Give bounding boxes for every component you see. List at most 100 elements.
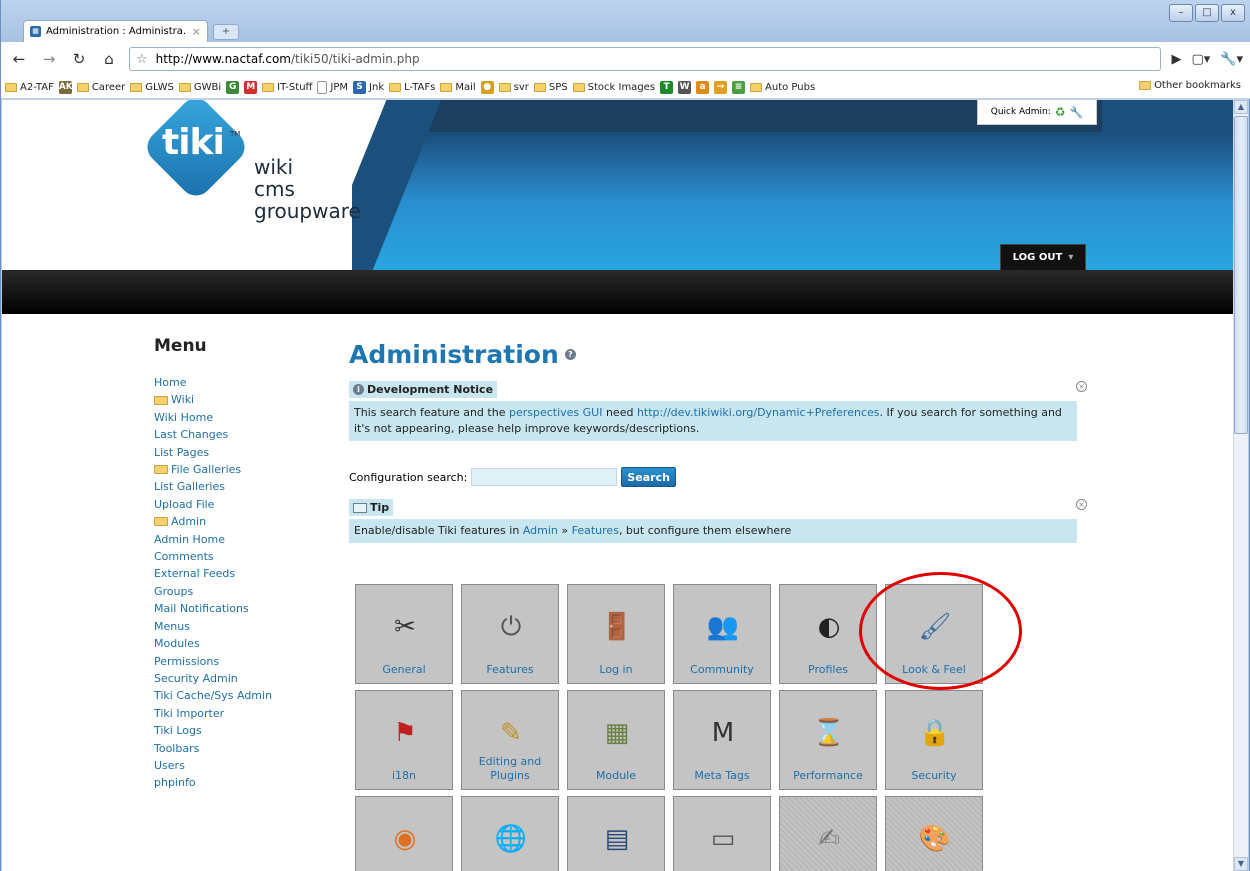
menu-item[interactable]: List Pages xyxy=(154,444,334,461)
bookmark-item[interactable]: GWBi xyxy=(178,82,221,93)
bookmark-item[interactable]: svr xyxy=(498,82,529,93)
menu-item[interactable]: Permissions xyxy=(154,653,334,670)
go-arrow-icon[interactable]: ▶ xyxy=(1171,52,1181,67)
admin-tile[interactable]: ▭ xyxy=(673,796,771,871)
wrench-menu-icon[interactable]: 🔧▾ xyxy=(1220,52,1243,67)
close-window-button[interactable]: x xyxy=(1221,4,1245,22)
bookmark-item[interactable]: T xyxy=(660,80,674,94)
logo-text[interactable]: tiki xyxy=(162,122,225,163)
admin-tile[interactable]: ▤ xyxy=(567,796,665,871)
menu-item[interactable]: File Galleries xyxy=(154,461,334,478)
bookmark-item[interactable]: SPS xyxy=(533,82,568,93)
admin-tile[interactable]: ✎ Editing and Plugins xyxy=(461,690,559,790)
bookmark-item[interactable]: G xyxy=(226,80,240,94)
menu-item[interactable]: Security Admin xyxy=(154,670,334,687)
bookmark-label: Mail xyxy=(455,81,476,93)
browser-tab[interactable]: ▦ Administration : Administra... × xyxy=(23,20,208,42)
bookmark-item[interactable]: Stock Images xyxy=(572,82,655,93)
bookmark-item[interactable]: GLWS xyxy=(130,82,174,93)
admin-tile[interactable]: ◉ xyxy=(355,796,453,871)
bookmark-favicon-icon: W xyxy=(678,80,692,94)
menu-item[interactable]: Tiki Importer xyxy=(154,705,334,722)
menu-item[interactable]: Menus xyxy=(154,618,334,635)
vertical-scrollbar[interactable]: ▲ ▼ xyxy=(1233,100,1248,871)
page-title-text: Administration xyxy=(349,340,559,369)
bookmark-item[interactable]: M xyxy=(244,80,258,94)
forward-arrow-icon[interactable]: → xyxy=(39,50,59,68)
admin-tile[interactable]: M Meta Tags xyxy=(673,690,771,790)
page-menu-icon[interactable]: ▢▾ xyxy=(1191,52,1210,67)
search-input[interactable] xyxy=(471,468,618,486)
menu-item[interactable]: Wiki xyxy=(154,391,334,408)
bookmark-item[interactable]: Mail xyxy=(440,81,476,93)
scroll-up-icon[interactable]: ▲ xyxy=(1234,100,1248,114)
admin-tile[interactable]: 🌐 xyxy=(461,796,559,871)
menu-item[interactable]: Modules xyxy=(154,635,334,652)
menu-item-label: Mail Notifications xyxy=(154,602,249,616)
admin-link[interactable]: Admin xyxy=(523,524,558,537)
admin-tile[interactable]: 🔒 Security xyxy=(885,690,983,790)
bookmark-item[interactable]: ≡ xyxy=(732,80,746,94)
scroll-down-icon[interactable]: ▼ xyxy=(1234,857,1248,871)
menu-item[interactable]: External Feeds xyxy=(154,565,334,582)
admin-tile[interactable]: ⚑ i18n xyxy=(355,690,453,790)
menu-item[interactable]: phpinfo xyxy=(154,774,334,791)
admin-tile[interactable]: ✍ xyxy=(779,796,877,871)
wrench-icon[interactable]: 🔧 xyxy=(1070,106,1084,119)
menu-item[interactable]: Wiki Home xyxy=(154,409,334,426)
menu-item[interactable]: Tiki Logs xyxy=(154,722,334,739)
admin-tile[interactable]: 🚪 Log in xyxy=(567,584,665,684)
bookmark-item[interactable]: → xyxy=(714,80,728,94)
bookmark-item[interactable]: W xyxy=(678,80,692,94)
bookmark-item[interactable]: AKO xyxy=(58,80,80,94)
home-icon[interactable]: ⌂ xyxy=(99,50,119,68)
menu-item[interactable]: Last Changes xyxy=(154,426,334,443)
scroll-thumb[interactable] xyxy=(1234,116,1248,434)
menu-item[interactable]: List Galleries xyxy=(154,478,334,495)
admin-tile[interactable]: ▦ Module xyxy=(567,690,665,790)
menu-item[interactable]: Admin Home xyxy=(154,531,334,548)
bookmark-item[interactable]: Auto Pubs xyxy=(750,82,815,93)
recycle-icon[interactable]: ♻ xyxy=(1055,105,1066,119)
reload-icon[interactable]: ↻ xyxy=(69,50,89,68)
bookmark-item[interactable]: a xyxy=(696,80,710,94)
menu-item[interactable]: Upload File xyxy=(154,496,334,513)
other-bookmarks[interactable]: Other bookmarks xyxy=(1139,80,1241,91)
bookmark-item[interactable]: IT-Stuff xyxy=(262,82,312,93)
admin-tile[interactable]: ✂ General xyxy=(355,584,453,684)
features-link[interactable]: Features xyxy=(572,524,619,537)
minimize-button[interactable]: – xyxy=(1169,4,1193,22)
bookmark-star-icon[interactable]: ☆ xyxy=(136,52,148,67)
address-bar[interactable]: ☆ http://www.nactaf.com/tiki50/tiki-admi… xyxy=(129,47,1162,71)
close-tip-icon[interactable]: × xyxy=(1076,499,1087,510)
help-icon[interactable]: ? xyxy=(564,349,576,360)
menu-item[interactable]: Users xyxy=(154,757,334,774)
menu-item[interactable]: Groups xyxy=(154,583,334,600)
logout-button[interactable]: LOG OUT ▾ xyxy=(1000,244,1086,270)
close-notice-icon[interactable]: × xyxy=(1076,381,1087,392)
bookmark-item[interactable]: Career xyxy=(76,82,125,93)
menu-item[interactable]: Tiki Cache/Sys Admin xyxy=(154,687,334,704)
admin-tile[interactable]: ⌛ Performance xyxy=(779,690,877,790)
menu-item[interactable]: Mail Notifications xyxy=(154,600,334,617)
admin-tile[interactable]: 🎨 xyxy=(885,796,983,871)
bookmark-item[interactable]: S Jnk xyxy=(353,80,384,94)
admin-tile-label: Profiles xyxy=(808,663,848,676)
bookmark-item[interactable]: JPM xyxy=(317,80,348,94)
menu-item[interactable]: Comments xyxy=(154,548,334,565)
menu-item[interactable]: Home xyxy=(154,374,334,391)
maximize-button[interactable]: □ xyxy=(1195,4,1219,22)
menu-item[interactable]: Toolbars xyxy=(154,740,334,757)
perspectives-gui-link[interactable]: perspectives GUI xyxy=(509,406,603,419)
admin-tile[interactable]: 👥 Community xyxy=(673,584,771,684)
bookmark-item[interactable]: A2-TAF xyxy=(5,82,54,93)
bookmark-item[interactable]: L-TAFs xyxy=(389,82,435,93)
admin-tile[interactable]: ⏻ Features xyxy=(461,584,559,684)
dynamic-preferences-link[interactable]: http://dev.tikiwiki.org/Dynamic+Preferen… xyxy=(637,406,880,419)
tab-close-icon[interactable]: × xyxy=(192,25,201,38)
menu-item[interactable]: Admin xyxy=(154,513,334,530)
bookmark-item[interactable]: ● xyxy=(480,80,494,94)
back-arrow-icon[interactable]: ← xyxy=(9,50,29,68)
new-tab-button[interactable]: + xyxy=(213,24,239,40)
search-button[interactable]: Search xyxy=(621,467,676,487)
